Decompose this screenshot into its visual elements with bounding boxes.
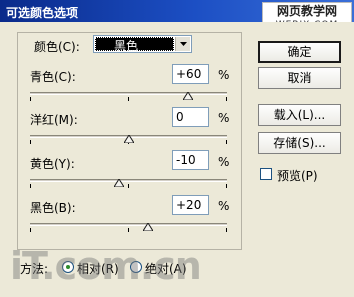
slider-cyan-input[interactable]: +60 bbox=[172, 64, 209, 84]
slider-tick bbox=[30, 140, 31, 144]
slider-yellow-unit: % bbox=[218, 155, 230, 169]
slider-tick bbox=[128, 184, 129, 188]
preview-label[interactable]: 预览(P) bbox=[277, 167, 318, 184]
selective-color-dialog: 颜色(C): 黑色 青色(C): +60 % 洋红(M): 0 % 黄色(Y):… bbox=[0, 22, 354, 297]
slider-black-unit: % bbox=[218, 199, 230, 213]
slider-cyan-unit: % bbox=[218, 68, 230, 82]
slider-tick bbox=[30, 228, 31, 232]
slider-yellow-input[interactable]: -10 bbox=[172, 150, 209, 170]
slider-tick bbox=[226, 228, 227, 232]
slider-thumb-icon[interactable] bbox=[182, 89, 194, 101]
slider-yellow-label: 黄色(Y): bbox=[30, 157, 75, 171]
slider-thumb-icon[interactable] bbox=[123, 132, 135, 144]
slider-tick bbox=[226, 140, 227, 144]
slider-tick bbox=[30, 184, 31, 188]
colors-select[interactable]: 黑色 bbox=[93, 35, 192, 53]
cancel-button[interactable]: 取消 bbox=[258, 67, 341, 89]
slider-thumb-icon[interactable] bbox=[142, 220, 154, 232]
slider-black-track[interactable] bbox=[30, 223, 227, 226]
colors-label: 颜色(C): bbox=[34, 40, 80, 54]
slider-tick bbox=[128, 97, 129, 101]
slider-magenta-input[interactable]: 0 bbox=[172, 107, 209, 127]
slider-black-label: 黑色(B): bbox=[30, 201, 76, 215]
load-button[interactable]: 载入(L)... bbox=[258, 104, 341, 126]
preview-checkbox[interactable] bbox=[260, 168, 272, 180]
slider-tick bbox=[226, 184, 227, 188]
itcom-watermark-logo: iT.com.cn bbox=[10, 244, 202, 288]
dropdown-arrow-icon[interactable] bbox=[175, 37, 190, 51]
slider-black-input[interactable]: +20 bbox=[172, 195, 209, 215]
colors-select-value: 黑色 bbox=[114, 39, 139, 53]
save-button[interactable]: 存储(S)... bbox=[258, 132, 341, 154]
watermark-main-text: 网页教学网 bbox=[276, 4, 337, 18]
slider-thumb-icon[interactable] bbox=[113, 176, 125, 188]
slider-tick bbox=[128, 228, 129, 232]
slider-cyan-label: 青色(C): bbox=[30, 70, 76, 84]
slider-magenta-unit: % bbox=[218, 111, 230, 125]
slider-tick bbox=[30, 97, 31, 101]
slider-cyan-track[interactable] bbox=[30, 92, 227, 95]
ok-button[interactable]: 确定 bbox=[258, 41, 341, 63]
slider-tick bbox=[226, 97, 227, 101]
slider-yellow-track[interactable] bbox=[30, 179, 227, 182]
slider-magenta-label: 洋红(M): bbox=[30, 113, 78, 127]
window-title: 可选颜色选项 bbox=[6, 6, 79, 20]
